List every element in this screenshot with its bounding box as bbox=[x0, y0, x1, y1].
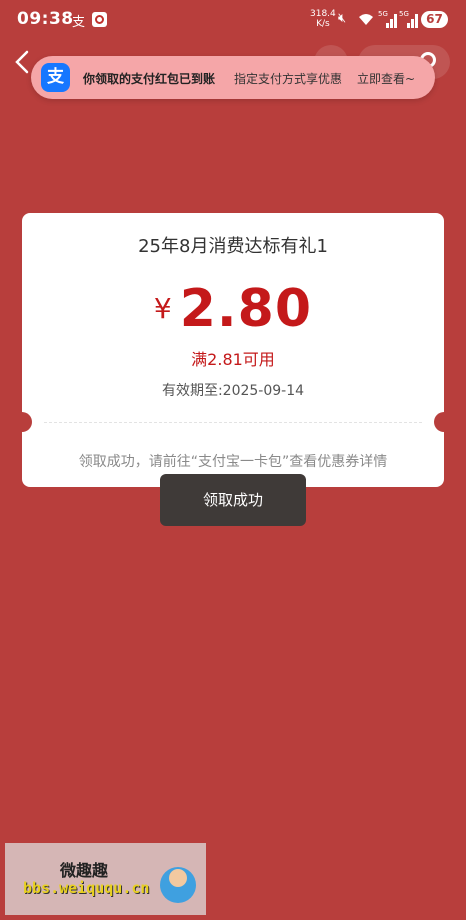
amount-value: 2.80 bbox=[179, 279, 313, 339]
notification-view-link[interactable]: 立即查看~ bbox=[357, 70, 415, 87]
coupon-validity: 有效期至:2025-09-14 bbox=[161, 383, 305, 399]
watermark-url: bbs.weiququ.cn bbox=[23, 879, 150, 897]
coupon-title: 25年8月消费达标有礼1 bbox=[138, 236, 328, 257]
ticket-notch-left bbox=[22, 412, 32, 432]
mute-icon: 🔇︎ bbox=[338, 11, 347, 26]
coupon-condition: 满2.81可用 bbox=[191, 350, 275, 369]
app-status-icon bbox=[92, 12, 107, 27]
battery-indicator: 67 bbox=[421, 11, 448, 28]
mascot-icon bbox=[160, 867, 196, 903]
currency-symbol: ¥ bbox=[153, 292, 172, 325]
notification-subtitle: 指定支付方式享优惠 bbox=[234, 72, 343, 86]
success-toast: 领取成功 bbox=[160, 474, 306, 526]
dashed-divider bbox=[44, 422, 422, 423]
coupon-card: 25年8月消费达标有礼1 ¥2.80 满2.81可用 有效期至:2025-09-… bbox=[22, 213, 444, 487]
coupon-amount: ¥2.80 bbox=[22, 279, 444, 339]
status-time: 09:38 bbox=[17, 9, 74, 29]
ticket-notch-right bbox=[434, 412, 444, 432]
notification-banner[interactable]: 支 你领取的支付红包已到账 指定支付方式享优惠 立即查看~ bbox=[31, 56, 435, 99]
notification-title: 你领取的支付红包已到账 bbox=[83, 72, 216, 86]
signal-1-icon: 5G bbox=[378, 10, 398, 28]
signal-2-icon: 5G bbox=[399, 10, 419, 28]
net-speed: 318.4 K/s bbox=[310, 9, 336, 29]
alipay-status-icon: 支 bbox=[72, 15, 86, 30]
back-button[interactable] bbox=[12, 49, 34, 75]
site-watermark: 微趣趣 bbs.weiququ.cn bbox=[5, 843, 206, 915]
status-bar: 09:38 支 318.4 K/s 🔇︎ 5G 5G 67 bbox=[0, 0, 466, 40]
wifi-icon bbox=[358, 12, 374, 29]
watermark-title: 微趣趣 bbox=[60, 861, 109, 880]
alipay-icon: 支 bbox=[41, 63, 70, 92]
success-tip: 领取成功，请前往“支付宝一卡包”查看优惠券详情 bbox=[78, 454, 388, 470]
